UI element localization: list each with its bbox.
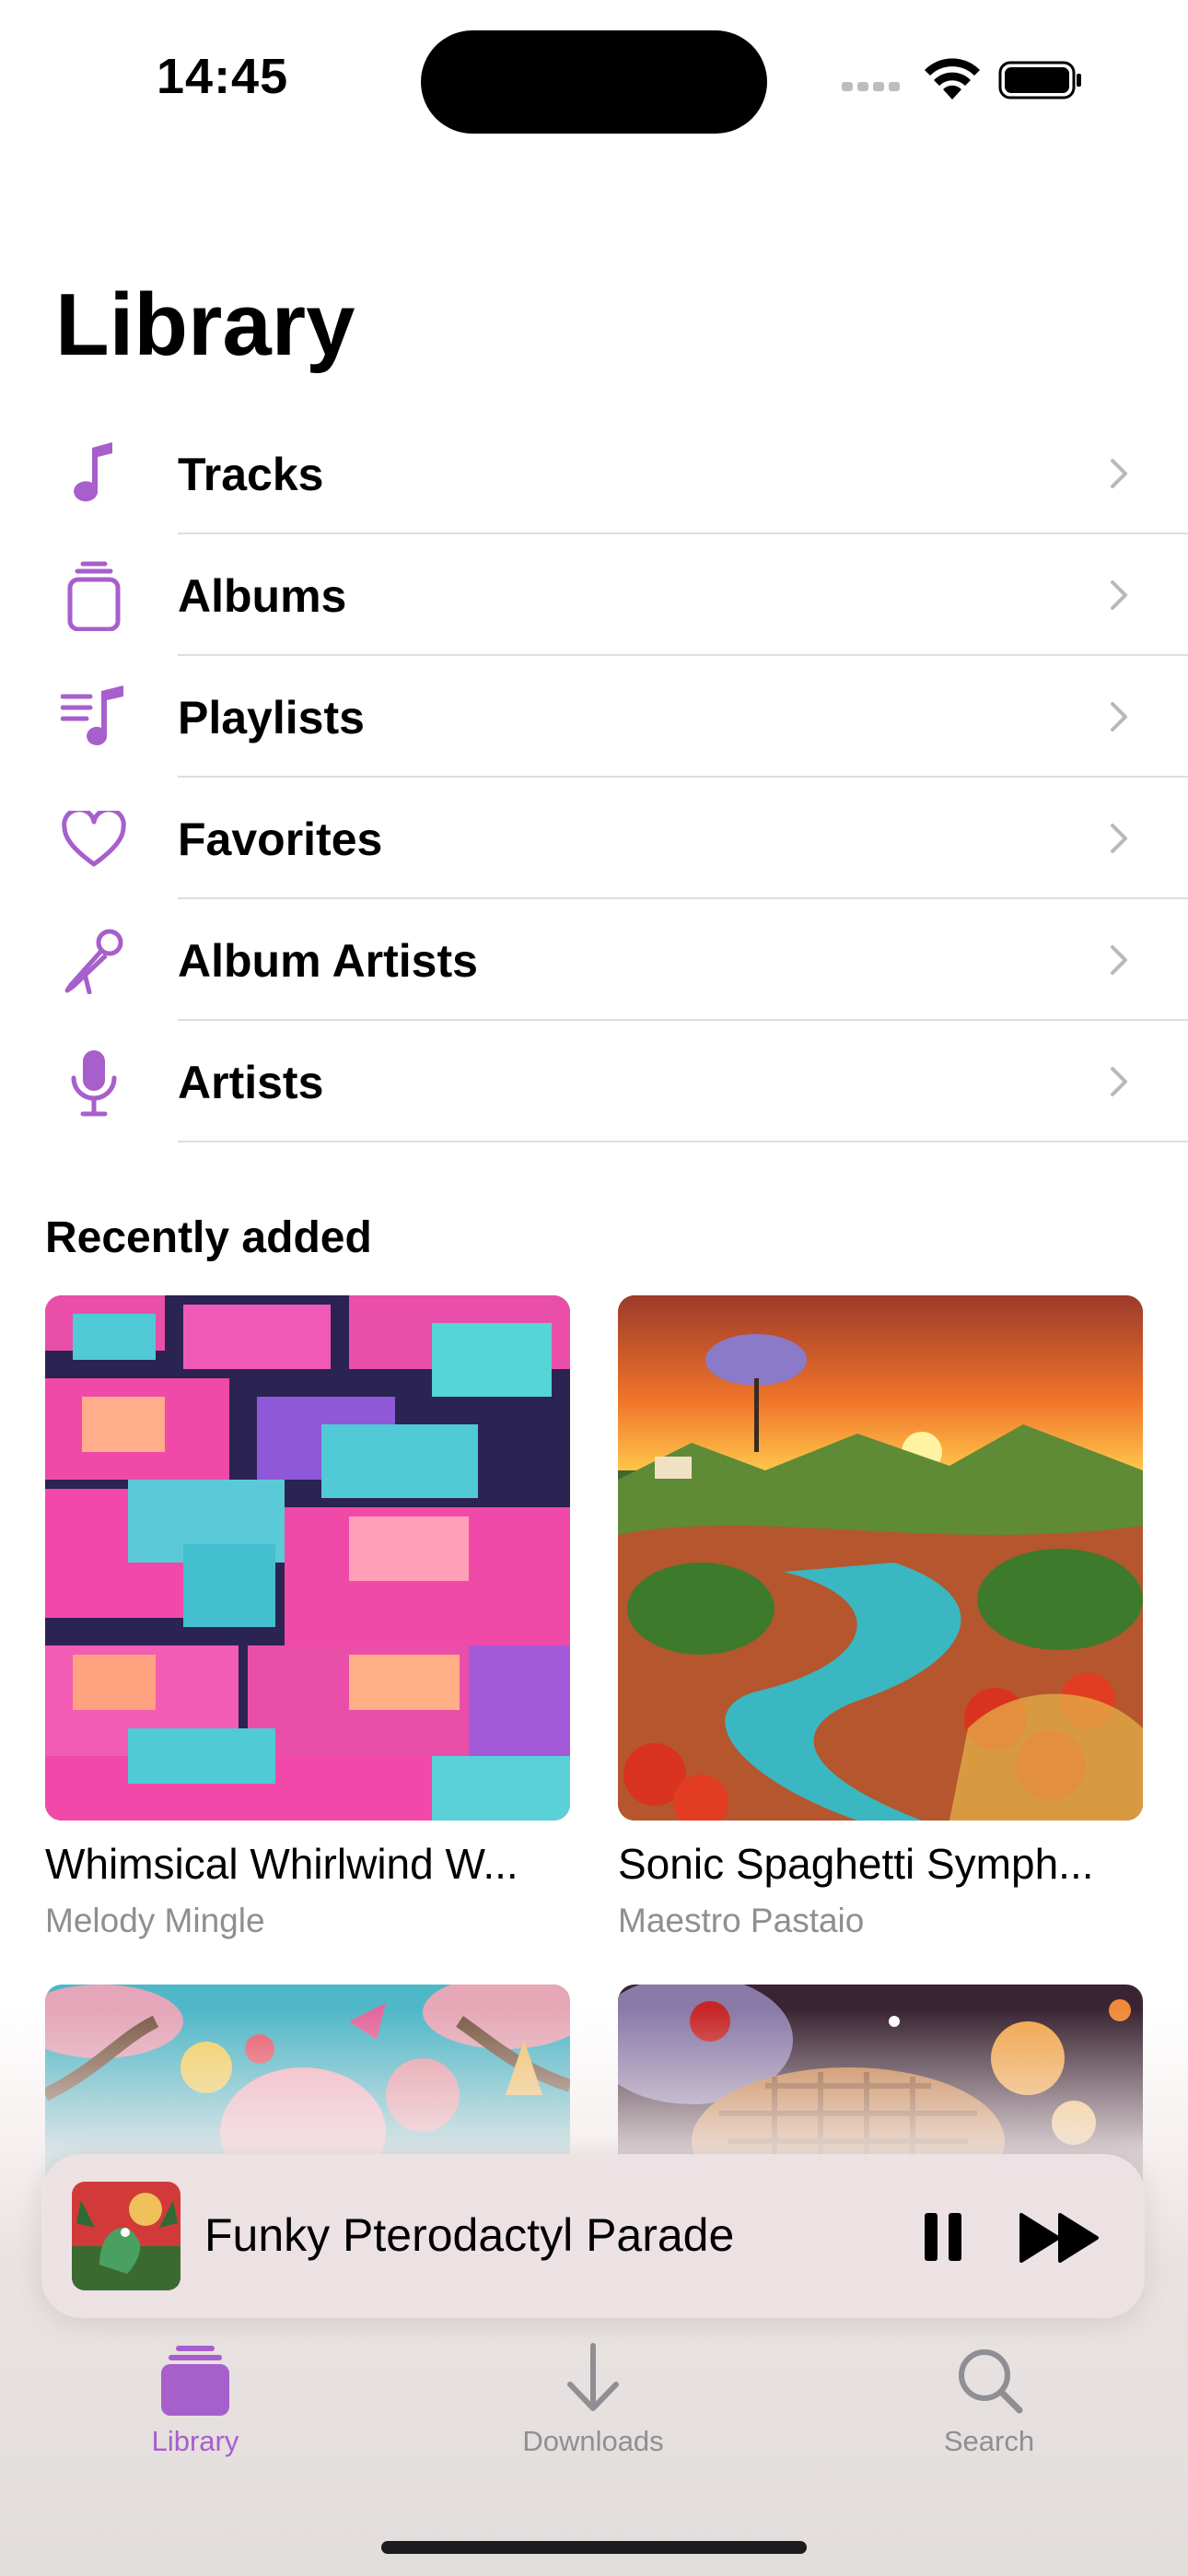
menu-item-tracks[interactable]: Tracks: [0, 413, 1188, 534]
music-note-icon: [55, 442, 133, 507]
tab-downloads[interactable]: Downloads: [483, 2340, 704, 2458]
download-arrow-icon: [567, 2343, 619, 2411]
library-menu: Tracks Albums Playlists Favorites Album …: [0, 413, 1188, 1142]
tab-label: Library: [151, 2425, 239, 2457]
chevron-right-icon: [1111, 945, 1127, 975]
chevron-right-icon: [1111, 580, 1127, 610]
heart-icon: [55, 807, 133, 872]
microphone-icon: [55, 1050, 133, 1117]
now-playing-title: Funky Pterodactyl Parade: [204, 2209, 735, 2261]
home-indicator: [381, 2541, 807, 2554]
chevron-right-icon: [1111, 1067, 1127, 1096]
album-artwork: [618, 1295, 1143, 1821]
menu-item-album-artists[interactable]: Album Artists: [0, 899, 1188, 1021]
menu-item-artists[interactable]: Artists: [0, 1021, 1188, 1142]
microphone-stand-icon: [55, 929, 133, 994]
pause-icon[interactable]: [919, 2209, 967, 2265]
tab-library[interactable]: Library: [85, 2340, 306, 2458]
page-title: Library: [55, 275, 355, 374]
tab-label: Search: [943, 2425, 1035, 2457]
menu-item-label: Artists: [178, 1057, 324, 1108]
menu-item-albums[interactable]: Albums: [0, 534, 1188, 656]
album-title: Whimsical Whirlwind W...: [45, 1840, 518, 1888]
album-artist: Melody Mingle: [45, 1902, 265, 1939]
recently-added-heading: Recently added: [45, 1213, 372, 1262]
battery-icon: [998, 61, 1081, 100]
chevron-right-icon: [1111, 702, 1127, 732]
library-icon: [161, 2346, 229, 2416]
tab-label: Downloads: [522, 2425, 664, 2457]
mini-player[interactable]: Funky Pterodactyl Parade: [41, 2154, 1145, 2318]
tab-bar: Library Downloads Search: [0, 2340, 1188, 2506]
album-card[interactable]: Whimsical Whirlwind W... Melody Mingle: [45, 1295, 570, 1939]
search-icon: [959, 2349, 1023, 2414]
menu-item-label: Albums: [178, 570, 347, 622]
chevron-right-icon: [1111, 824, 1127, 853]
menu-item-label: Album Artists: [178, 935, 478, 987]
album-artwork: [45, 1295, 570, 1821]
menu-item-favorites[interactable]: Favorites: [0, 778, 1188, 899]
now-playing-artwork: [72, 2182, 181, 2290]
status-time: 14:45: [157, 49, 289, 104]
fast-forward-icon[interactable]: [1018, 2211, 1102, 2265]
menu-item-playlists[interactable]: Playlists: [0, 656, 1188, 778]
menu-item-label: Playlists: [178, 692, 365, 744]
album-card[interactable]: Sonic Spaghetti Symph... Maestro Pastaio: [618, 1295, 1143, 1939]
status-bar: 14:45: [0, 0, 1188, 147]
album-title: Sonic Spaghetti Symph...: [618, 1840, 1094, 1888]
tab-search[interactable]: Search: [879, 2340, 1100, 2458]
dynamic-island: [421, 30, 767, 134]
cellular-signal-icon: [842, 79, 906, 91]
albums-stack-icon: [55, 561, 133, 631]
album-artist: Maestro Pastaio: [618, 1902, 865, 1939]
menu-item-label: Favorites: [178, 814, 383, 865]
wifi-icon: [925, 58, 980, 100]
menu-item-label: Tracks: [178, 449, 324, 500]
chevron-right-icon: [1111, 459, 1127, 488]
playlist-icon: [55, 685, 133, 750]
